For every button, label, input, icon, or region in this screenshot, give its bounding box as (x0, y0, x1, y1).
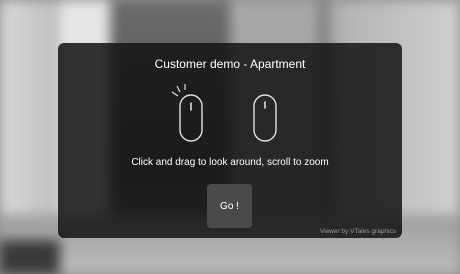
controls-illustration (58, 83, 402, 145)
mouse-scroll-icon (250, 83, 280, 150)
go-button[interactable]: Go ! (207, 184, 252, 228)
instructions-text: Click and drag to look around, scroll to… (131, 157, 329, 168)
viewer-credit[interactable]: Viewer by VTales graphics (320, 228, 396, 235)
mouse-click-drag-icon (168, 83, 212, 150)
panel-title: Customer demo - Apartment (154, 57, 306, 71)
panorama-viewer[interactable]: Customer demo - Apartment Click and drag… (0, 0, 460, 274)
intro-overlay-panel: Customer demo - Apartment Click and drag… (58, 43, 402, 238)
